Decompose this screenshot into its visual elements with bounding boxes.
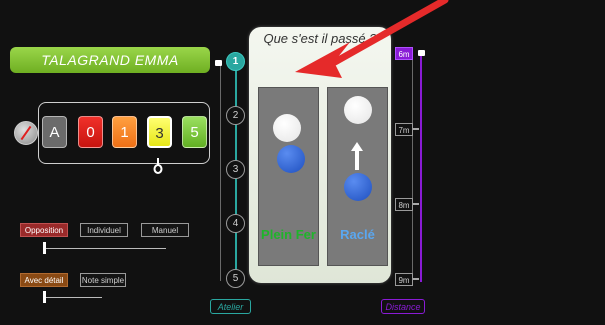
student-name-banner: TALAGRAND EMMA (10, 47, 210, 73)
distance-tick (413, 278, 419, 280)
atelier-step-1[interactable]: 1 (226, 52, 245, 71)
white-ball-icon (344, 96, 372, 124)
mode-slider-knob[interactable] (43, 242, 46, 254)
detail-slider-track (44, 297, 102, 298)
distance-guide-line (412, 54, 413, 282)
detail-slider-knob[interactable] (43, 291, 46, 303)
atelier-step-2[interactable]: 2 (226, 106, 245, 125)
individuel-toggle[interactable]: Individuel (80, 223, 128, 237)
distance-tick (413, 128, 419, 130)
atelier-guide-line (220, 63, 221, 281)
selection-pointer-icon (153, 158, 163, 174)
distance-scale-knob[interactable] (418, 50, 425, 56)
note-simple-toggle[interactable]: Note simple (80, 273, 126, 287)
up-arrow-icon (351, 142, 363, 170)
atelier-scale-knob[interactable] (215, 60, 222, 66)
atelier-label: Atelier (210, 299, 251, 314)
grade-button-a[interactable]: A (42, 116, 67, 148)
distance-mark-8m[interactable]: 8m (395, 198, 413, 211)
distance-label: Distance (381, 299, 425, 314)
blue-ball-icon (277, 145, 305, 173)
distance-mark-9m[interactable]: 9m (395, 273, 413, 286)
white-ball-icon (273, 114, 301, 142)
grade-button-0[interactable]: 0 (78, 116, 103, 148)
avec-detail-toggle[interactable]: Avec détail (20, 273, 68, 287)
compass-icon[interactable] (14, 121, 38, 145)
distance-tick (413, 203, 419, 205)
grade-button-1[interactable]: 1 (112, 116, 137, 148)
atelier-step-3[interactable]: 3 (226, 160, 245, 179)
grade-button-5[interactable]: 5 (182, 116, 207, 148)
option-label-racle: Raclé (340, 227, 375, 242)
manuel-toggle[interactable]: Manuel (141, 223, 189, 237)
distance-scale-line (420, 54, 422, 282)
mode-slider-track (44, 248, 166, 249)
opposition-toggle[interactable]: Opposition (20, 223, 68, 237)
blue-ball-icon (344, 173, 372, 201)
grade-button-3[interactable]: 3 (147, 116, 172, 148)
atelier-step-5[interactable]: 5 (226, 269, 245, 288)
distance-mark-7m[interactable]: 7m (395, 123, 413, 136)
red-arrow-icon (295, 0, 449, 78)
atelier-step-4[interactable]: 4 (226, 214, 245, 233)
distance-mark-6m[interactable]: 6m (395, 47, 413, 60)
option-label-plein-fer: Plein Fer (261, 227, 316, 242)
